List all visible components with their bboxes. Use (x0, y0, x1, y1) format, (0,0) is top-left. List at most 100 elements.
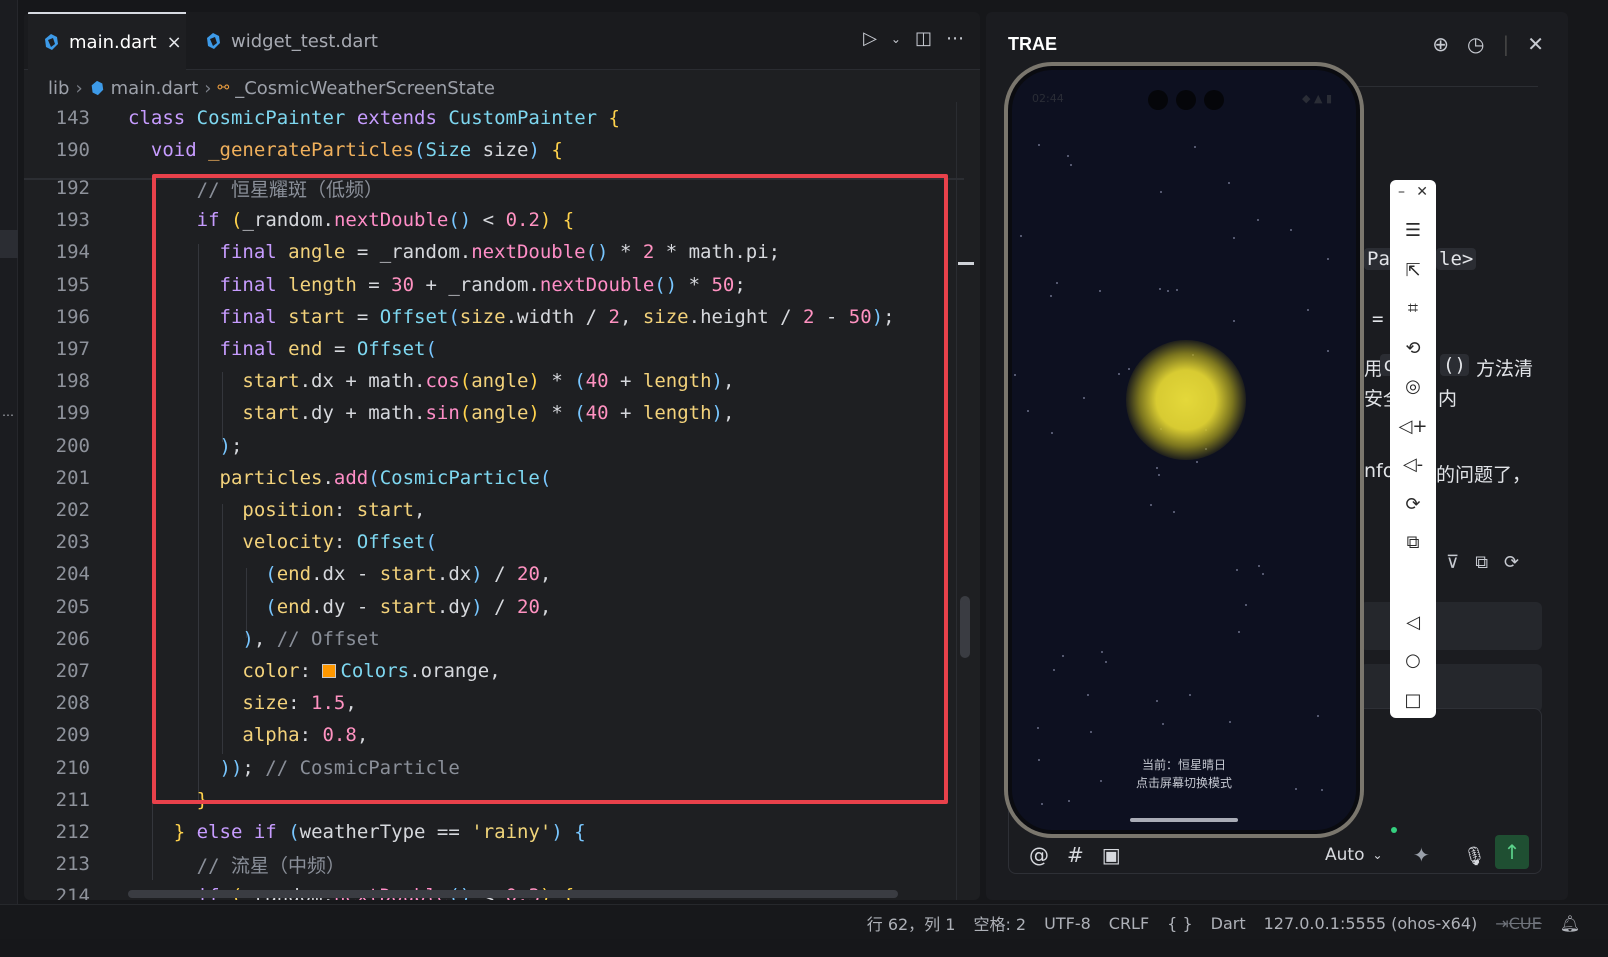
star (1262, 573, 1264, 575)
dart-file-icon (91, 80, 103, 96)
pointer-icon[interactable]: ⇱ (1390, 256, 1436, 284)
line-number: 203 (55, 531, 90, 554)
close-icon[interactable]: ✕ (1416, 184, 1428, 204)
star (1128, 368, 1130, 370)
new-chat-icon[interactable]: ⊕ (1432, 32, 1449, 56)
refresh-icon[interactable]: ⟳ (1504, 552, 1519, 573)
star (1068, 800, 1070, 802)
breadcrumb-symbol[interactable]: _CosmicWeatherScreenState (235, 78, 495, 99)
panel-title: TRAE (1008, 34, 1057, 54)
star (1083, 397, 1085, 399)
cue-indicator[interactable]: ⇥CUE (1495, 914, 1541, 933)
minimap-marker (958, 262, 974, 265)
play-icon[interactable]: ▷ (863, 28, 877, 49)
cue-icon: ⇥ (1495, 913, 1509, 933)
star (1090, 731, 1092, 733)
indentation[interactable]: 空格: 2 (973, 911, 1026, 935)
bell-icon[interactable]: 🔔︎ (1560, 914, 1580, 933)
mention-icon[interactable]: @ (1029, 843, 1049, 867)
chat-text-fragment: 内 (1438, 388, 1458, 410)
star (1070, 164, 1072, 166)
rotate-icon[interactable]: ⟲ (1390, 334, 1436, 362)
chat-text-fragment: 方法清 (1476, 358, 1534, 380)
chat-text-fragment: = (1372, 308, 1384, 330)
home-indicator[interactable] (1130, 818, 1238, 822)
language-mode[interactable]: Dart (1211, 914, 1246, 933)
star (1327, 258, 1329, 260)
suggestion-card[interactable] (1360, 602, 1542, 650)
star (1228, 182, 1230, 184)
line-number: 195 (55, 273, 90, 296)
star (1050, 295, 1052, 297)
star (1162, 723, 1164, 725)
suggestion-card[interactable] (1360, 664, 1542, 712)
line-number: 196 (55, 305, 90, 328)
breadcrumb-file[interactable]: main.dart (111, 78, 199, 99)
tab-label: main.dart (69, 31, 157, 53)
star (1160, 191, 1162, 193)
editor-tab-bar: main.dart × widget_test.dart ▷ ⌄ ◫ ⋯ (24, 12, 980, 70)
camera-icon (1204, 90, 1224, 110)
star (1156, 467, 1158, 469)
model-select[interactable]: Auto ⌄ (1325, 845, 1383, 865)
close-icon[interactable]: ✕ (1527, 32, 1544, 56)
home-icon[interactable]: ○ (1390, 646, 1436, 674)
horizontal-scrollbar[interactable] (128, 890, 898, 898)
minimize-icon[interactable]: – (1398, 184, 1405, 204)
breadcrumb-lib[interactable]: lib (48, 78, 69, 99)
close-icon[interactable]: × (167, 32, 182, 53)
star (1245, 604, 1247, 606)
rotate-device-icon[interactable]: ⟳ (1390, 490, 1436, 518)
code-line[interactable]: 143 class CosmicPainter extends CustomPai… (24, 102, 964, 134)
hash-icon[interactable]: # (1067, 843, 1084, 867)
tab-main-dart[interactable]: main.dart × (28, 12, 186, 70)
more-icon[interactable]: ⋯ (946, 28, 964, 49)
line-number: 205 (55, 595, 90, 618)
star (1317, 715, 1319, 717)
more-dots-icon[interactable]: ⋯ (2, 408, 14, 422)
line-number: 208 (55, 692, 90, 715)
star (1156, 700, 1158, 702)
star (1233, 320, 1235, 322)
class-symbol-icon: ⚯ (217, 80, 230, 96)
star (1194, 146, 1196, 148)
crop-icon[interactable]: ⌗ (1390, 294, 1436, 322)
recents-icon[interactable]: □ (1390, 686, 1436, 714)
line-number: 212 (55, 821, 90, 843)
split-editor-icon[interactable]: ◫ (915, 28, 932, 49)
vertical-scrollbar[interactable] (960, 596, 970, 658)
code-line[interactable]: 213 // 流星（中频） (24, 848, 964, 880)
code-line[interactable]: 212 } else if (weatherType == 'rainy') { (24, 816, 964, 848)
line-number: 201 (55, 466, 90, 489)
encoding[interactable]: UTF-8 (1044, 914, 1091, 933)
screen-record-icon[interactable]: ◎ (1390, 372, 1436, 400)
braces-icon[interactable]: { } (1167, 914, 1192, 933)
chevron-down-icon[interactable]: ⌄ (891, 32, 901, 46)
phone-screen[interactable]: 02:44 ◆ ▲ ▮ 当前：恒星晴日 点击屏幕切换模式 (1012, 70, 1356, 830)
copy-icon[interactable]: ⧉ (1475, 552, 1488, 573)
mode-current: 当前：恒星晴日 (1141, 758, 1226, 772)
back-icon[interactable]: ◁ (1390, 608, 1436, 636)
device-target[interactable]: 127.0.0.1:5555 (ohos-x64) (1264, 914, 1478, 933)
volume-down-icon[interactable]: ◁- (1390, 450, 1436, 478)
menu-icon[interactable]: ☰ (1390, 216, 1436, 244)
history-icon[interactable]: ◷ (1467, 32, 1484, 56)
line-number: 194 (55, 241, 90, 264)
thumbs-down-icon[interactable]: ⊽ (1446, 552, 1459, 573)
tab-widget-test[interactable]: widget_test.dart (200, 12, 400, 70)
code-line[interactable]: 190 void _generateParticles(Size size) { (24, 134, 964, 166)
volume-up-icon[interactable]: ◁+ (1390, 412, 1436, 440)
star (1020, 235, 1022, 237)
image-icon[interactable]: ▣ (1102, 843, 1121, 867)
star (1099, 290, 1101, 292)
sparkle-icon[interactable]: ✦ (1413, 843, 1430, 867)
line-ending[interactable]: CRLF (1109, 914, 1149, 933)
send-button[interactable]: ↑ (1495, 835, 1529, 869)
code-text: // 流星（中频） (196, 854, 345, 877)
line-number: 213 (55, 853, 90, 876)
star (1150, 504, 1152, 506)
microphone-icon[interactable]: 🎙︎ (1463, 846, 1486, 867)
cursor-position[interactable]: 行 62，列 1 (867, 911, 956, 935)
screenshot-icon[interactable]: ⧉ (1390, 528, 1436, 556)
chat-text-fragment: le> (1436, 248, 1477, 270)
